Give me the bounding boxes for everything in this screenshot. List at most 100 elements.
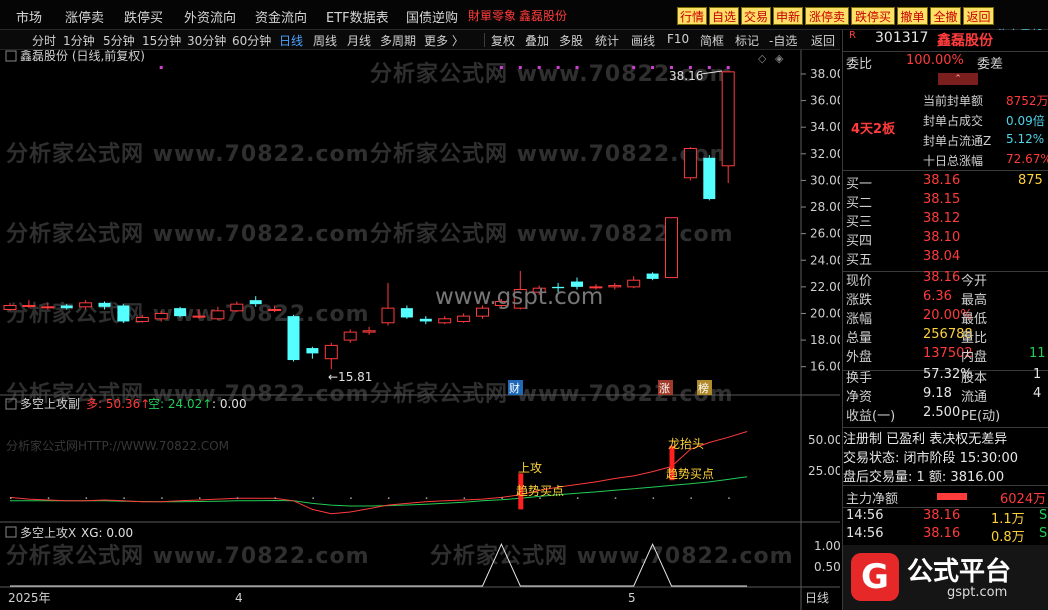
bid-row[interactable]: 买一 38.16 875 bbox=[843, 173, 1048, 193]
quote-label-2: 最低 bbox=[961, 312, 988, 327]
candle-body bbox=[457, 315, 471, 322]
overlay-button[interactable]: 叠加 bbox=[525, 32, 549, 49]
net-flow-value: 6024万 bbox=[1000, 492, 1047, 507]
ipo-button[interactable]: 申新 bbox=[773, 7, 803, 25]
quote-value: 38.16 bbox=[923, 270, 961, 285]
candle-body bbox=[268, 308, 282, 311]
candle-body bbox=[400, 308, 413, 318]
tab-monthly[interactable]: 月线 bbox=[347, 32, 371, 49]
info-line-1: 注册制 已盈利 表决权无差异 bbox=[843, 432, 1008, 447]
adjust-button[interactable]: 复权 bbox=[491, 32, 515, 49]
zero-dot bbox=[425, 497, 428, 499]
expand-chevron-icon[interactable]: ⌃ bbox=[938, 73, 978, 85]
net-flow-label: 主力净额 bbox=[846, 492, 899, 507]
candle-body bbox=[665, 217, 678, 279]
candle-body bbox=[117, 305, 130, 322]
stock-code: 301317 bbox=[875, 30, 929, 46]
info-line-2: 交易状态: 闭市阶段 15:30:00 bbox=[843, 451, 1019, 466]
limit-up-sell-button[interactable]: 涨停卖 bbox=[805, 7, 849, 25]
bid-row[interactable]: 买五 38.04 bbox=[843, 249, 1048, 269]
tab-more[interactable]: 更多 〉 bbox=[424, 32, 464, 49]
zero-dot bbox=[614, 497, 617, 499]
event-marker-limit-up-label: 涨 bbox=[659, 382, 670, 395]
candle-body bbox=[419, 318, 432, 322]
self-select-button[interactable]: -自选 bbox=[769, 32, 797, 49]
mark-button[interactable]: 标记 bbox=[735, 32, 759, 49]
tab-intraday[interactable]: 分时 bbox=[32, 32, 56, 49]
quote-value-2: 11 bbox=[1029, 346, 1046, 361]
tick-direction: S bbox=[1039, 526, 1048, 541]
indicator2-name: 多空上攻X bbox=[20, 526, 76, 540]
bid-row[interactable]: 买二 38.15 bbox=[843, 192, 1048, 212]
cancel-all-button[interactable]: 全撤 bbox=[930, 7, 961, 25]
watchlist-button[interactable]: 自选 bbox=[709, 7, 739, 25]
wei-cha-label: 委差 bbox=[977, 57, 1004, 72]
chart-area[interactable]: 鑫磊股份 (日线,前复权) ◇ ◈ 38.00 36.00 34.00 32.00 30… bbox=[0, 48, 844, 610]
price-tick-label: 20.00 bbox=[810, 306, 840, 320]
indicator1-kong-value: 空: 24.02↑ bbox=[148, 397, 212, 411]
tab-5min[interactable]: 5分钟 bbox=[103, 32, 135, 49]
f10-button[interactable]: F10 bbox=[667, 32, 689, 46]
quote2-label: 换手 bbox=[846, 371, 873, 386]
bid-row[interactable]: 买四 38.10 bbox=[843, 230, 1048, 250]
tick-direction: S bbox=[1039, 508, 1048, 523]
tab-30min[interactable]: 30分钟 bbox=[187, 32, 226, 49]
candle-body bbox=[381, 307, 395, 324]
quote-button[interactable]: 行情 bbox=[677, 7, 707, 25]
candle-body bbox=[22, 304, 36, 307]
tab-60min[interactable]: 60分钟 bbox=[232, 32, 271, 49]
tab-multi-period[interactable]: 多周期 bbox=[380, 32, 416, 49]
quote-row: 涨跌 6.36 最高 bbox=[843, 289, 1048, 309]
menu-item-etf-table[interactable]: ETF数据表 bbox=[326, 7, 389, 26]
zero-dot bbox=[690, 497, 692, 499]
quote-panel: R 301317 鑫磊股份 委比 100.00% 委差 ⌃ 4天2板 当前封单额… bbox=[842, 30, 1048, 610]
collapse-icon[interactable] bbox=[5, 526, 17, 538]
quote-label: 现价 bbox=[846, 274, 873, 289]
diamond-icon: ◇ bbox=[758, 52, 767, 65]
site-watermark: www.gspt.com bbox=[435, 284, 603, 310]
zero-dot bbox=[10, 497, 12, 499]
period-toolbar: 分时 1分钟 5分钟 15分钟 30分钟 60分钟 日线 周线 月线 多周期 更… bbox=[0, 30, 840, 50]
menu-item-market[interactable]: 市场 bbox=[16, 7, 42, 26]
menu-item-capital-flow[interactable]: 资金流向 bbox=[255, 7, 307, 26]
indicator1-name: 多空上攻副 bbox=[20, 397, 80, 411]
tab-daily[interactable]: 日线 bbox=[279, 32, 303, 49]
signal-dot bbox=[499, 66, 503, 69]
candle-body bbox=[41, 306, 55, 309]
signal-label-attack: 上攻 bbox=[518, 461, 542, 475]
collapse-icon[interactable] bbox=[5, 398, 17, 410]
zero-dot bbox=[501, 497, 503, 499]
quote2-row: 净资 9.18 流通 4 bbox=[843, 386, 1048, 406]
toolbar-back-button[interactable]: 返回 bbox=[811, 32, 835, 49]
draw-button[interactable]: 画线 bbox=[631, 32, 655, 49]
price-axis: 38.00 36.00 34.00 32.00 30.00 28.00 26.00 24.00… bbox=[801, 67, 844, 374]
menu-item-news[interactable]: 財單零象 bbox=[468, 7, 516, 24]
indicator1-extra-value: : 0.00 bbox=[212, 397, 247, 411]
bid-row[interactable]: 买三 38.12 bbox=[843, 211, 1048, 231]
settings-icon: ◈ bbox=[775, 52, 784, 65]
tab-weekly[interactable]: 周线 bbox=[313, 32, 337, 49]
price-tick-label: 32.00 bbox=[810, 147, 840, 161]
menu-item-stock-name[interactable]: 鑫磊股份 bbox=[519, 7, 567, 24]
tab-15min[interactable]: 15分钟 bbox=[142, 32, 181, 49]
zero-dot bbox=[728, 497, 730, 499]
trade-button[interactable]: 交易 bbox=[741, 7, 771, 25]
wei-bi-label: 委比 bbox=[846, 57, 873, 72]
multi-stock-button[interactable]: 多股 bbox=[559, 32, 583, 49]
kline-chart[interactable]: 鑫磊股份 (日线,前复权) ◇ ◈ 38.00 36.00 34.00 32.00 30… bbox=[0, 48, 844, 610]
limit-down-buy-button[interactable]: 跌停买 bbox=[851, 7, 895, 25]
menu-item-limit-up-sell[interactable]: 涨停卖 bbox=[65, 7, 104, 26]
back-button[interactable]: 返回 bbox=[963, 7, 994, 25]
candle-body bbox=[608, 285, 622, 288]
menu-item-foreign-flow[interactable]: 外资流向 bbox=[184, 7, 236, 26]
cancel-order-button[interactable]: 撤单 bbox=[897, 7, 928, 25]
menu-item-repo[interactable]: 国债逆购 bbox=[406, 7, 458, 26]
menu-item-limit-down-buy[interactable]: 跌停买 bbox=[124, 7, 163, 26]
indicator2-lines bbox=[10, 542, 748, 587]
simple-frame-button[interactable]: 简框 bbox=[700, 32, 724, 49]
stats-button[interactable]: 统计 bbox=[595, 32, 619, 49]
tab-1min[interactable]: 1分钟 bbox=[63, 32, 95, 49]
zero-dot bbox=[236, 497, 239, 499]
collapse-icon[interactable] bbox=[5, 50, 17, 62]
flag-badge: R bbox=[849, 30, 856, 41]
